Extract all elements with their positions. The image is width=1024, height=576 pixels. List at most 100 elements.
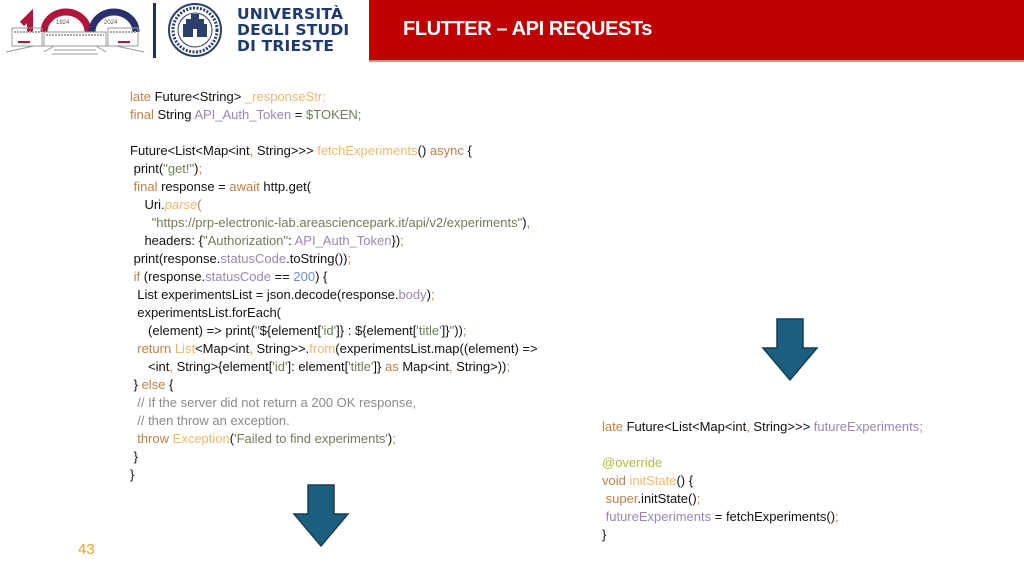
code-token: headers: {: [130, 233, 203, 248]
code-line: void initState() {: [602, 472, 923, 490]
code-line: final String API_Auth_Token = $TOKEN;: [130, 106, 538, 124]
code-token: return: [137, 341, 172, 356]
code-token: String>{element[: [173, 359, 273, 374]
code-line: @override: [602, 454, 923, 472]
code-token: $TOKEN;: [306, 107, 362, 122]
code-token: ]: element[: [287, 359, 349, 374]
code-line: throw Exception('Failed to find experime…: [130, 430, 538, 448]
code-token: void: [602, 473, 626, 488]
university-name-line-1: UNIVERSITÀ: [237, 5, 344, 23]
code-token: .toString()): [286, 251, 348, 266]
code-line: "https://prp-electronic-lab.areasciencep…: [130, 214, 538, 232]
logo-year-end: 2024: [104, 20, 118, 26]
code-token: List: [174, 341, 196, 356]
code-token: 'title': [416, 323, 442, 338]
code-token: 'title': [348, 359, 374, 374]
code-token: http.get(: [259, 179, 312, 194]
code-line: (element) => print("${element['id']} : $…: [130, 322, 538, 340]
code-line: print(response.statusCode.toString());: [130, 250, 538, 268]
code-token: ]}: [373, 359, 385, 374]
code-token: fetchExperiments: [317, 143, 418, 158]
code-token: {: [463, 143, 472, 158]
code-line: late Future<List<Map<int, String>>> futu…: [602, 418, 923, 436]
page-number: 43: [78, 541, 95, 558]
code-line: Uri.parse(: [130, 196, 538, 214]
code-token: experimentsList.forEach(: [130, 305, 282, 320]
university-name-line-3: DI TRIESTE: [237, 37, 335, 55]
code-token: API_Auth_Token: [194, 107, 292, 122]
code-token: ;: [506, 359, 511, 374]
code-token: }: [130, 377, 142, 392]
down-arrow-icon: [761, 318, 819, 382]
code-token: )): [454, 323, 463, 338]
code-line: } else {: [130, 376, 538, 394]
code-token: final: [133, 179, 158, 194]
code-token: "Authorization": [203, 233, 289, 248]
code-token: print(: [130, 161, 164, 176]
code-token: String>>.: [252, 341, 310, 356]
code-line: }: [130, 448, 538, 466]
code-token: () {: [676, 473, 694, 488]
code-line: }: [602, 526, 923, 544]
code-token: "get!": [163, 161, 195, 176]
code-token: (: [197, 197, 202, 212]
code-line: if (response.statusCode == 200) {: [130, 268, 538, 286]
code-line: futureExperiments = fetchExperiments();: [602, 508, 923, 526]
code-token: 'id': [272, 359, 288, 374]
code-token: await: [229, 179, 260, 194]
code-token: final: [130, 107, 154, 122]
code-token: String>>>: [749, 419, 814, 434]
code-token: Future<List<Map<int: [622, 419, 747, 434]
code-line: headers: {"Authorization": API_Auth_Toke…: [130, 232, 538, 250]
code-token: ${element[: [259, 323, 322, 338]
code-token: ;: [400, 233, 404, 248]
slide-title: FLUTTER – API REQUESTs: [403, 18, 653, 40]
code-token: ;: [431, 287, 435, 302]
code-token: body: [398, 287, 427, 302]
code-token: "https://prp-electronic-lab.areasciencep…: [151, 215, 523, 230]
down-arrow-icon: [292, 484, 350, 548]
code-token: (experimentsList.map((element) =>: [335, 341, 538, 356]
code-token: super: [605, 491, 638, 506]
code-token: as: [384, 359, 399, 374]
code-token: .initState(): [637, 491, 697, 506]
code-token: ,: [526, 215, 531, 230]
code-token: =: [291, 107, 307, 122]
code-block-fetch-experiments: late Future<String> _responseStr; final S…: [130, 88, 538, 484]
code-token: 'Failed to find experiments': [234, 431, 388, 446]
code-token: else: [141, 377, 166, 392]
code-token: ;: [198, 161, 203, 176]
code-token: ;: [835, 509, 839, 524]
university-seal-icon: [168, 3, 222, 57]
code-line: // If the server did not return a 200 OK…: [130, 394, 538, 412]
code-token: statusCode: [205, 269, 271, 284]
code-token: // then throw an exception.: [137, 413, 290, 428]
code-token: Map<int: [398, 359, 449, 374]
code-token: ;: [462, 323, 467, 338]
code-line: List experimentsList = json.decode(respo…: [130, 286, 538, 304]
code-token: ) {: [315, 269, 328, 284]
code-line: return List<Map<int, String>>.from(exper…: [130, 340, 538, 358]
code-token: async: [429, 143, 464, 158]
code-line: late Future<String> _responseStr;: [130, 88, 538, 106]
code-line: <int, String>{element['id']: element['ti…: [130, 358, 538, 376]
code-token: Future<String>: [150, 89, 245, 104]
logo-year-start: 1924: [56, 20, 70, 26]
header-logos: 1924 2024 UNIVERSITÀ DEGLI STUDI DI TRIE…: [0, 0, 370, 62]
code-line: Future<List<Map<int, String>>> fetchExpe…: [130, 142, 538, 160]
code-token: ]} : ${element[: [336, 323, 417, 338]
code-line: super.initState();: [602, 490, 923, 508]
code-token: {: [165, 377, 174, 392]
university-name: UNIVERSITÀ DEGLI STUDI DI TRIESTE: [237, 6, 349, 54]
code-token: ;: [696, 491, 701, 506]
code-token: (response.: [140, 269, 206, 284]
code-block-init-state: late Future<List<Map<int, String>>> futu…: [602, 418, 923, 544]
code-token: late: [602, 419, 623, 434]
title-bar: FLUTTER – API REQUESTs: [369, 0, 1024, 62]
code-token: String>>>: [253, 143, 318, 158]
code-token: Exception: [172, 431, 230, 446]
logo-divider: [153, 3, 156, 58]
code-token: from: [309, 341, 336, 356]
